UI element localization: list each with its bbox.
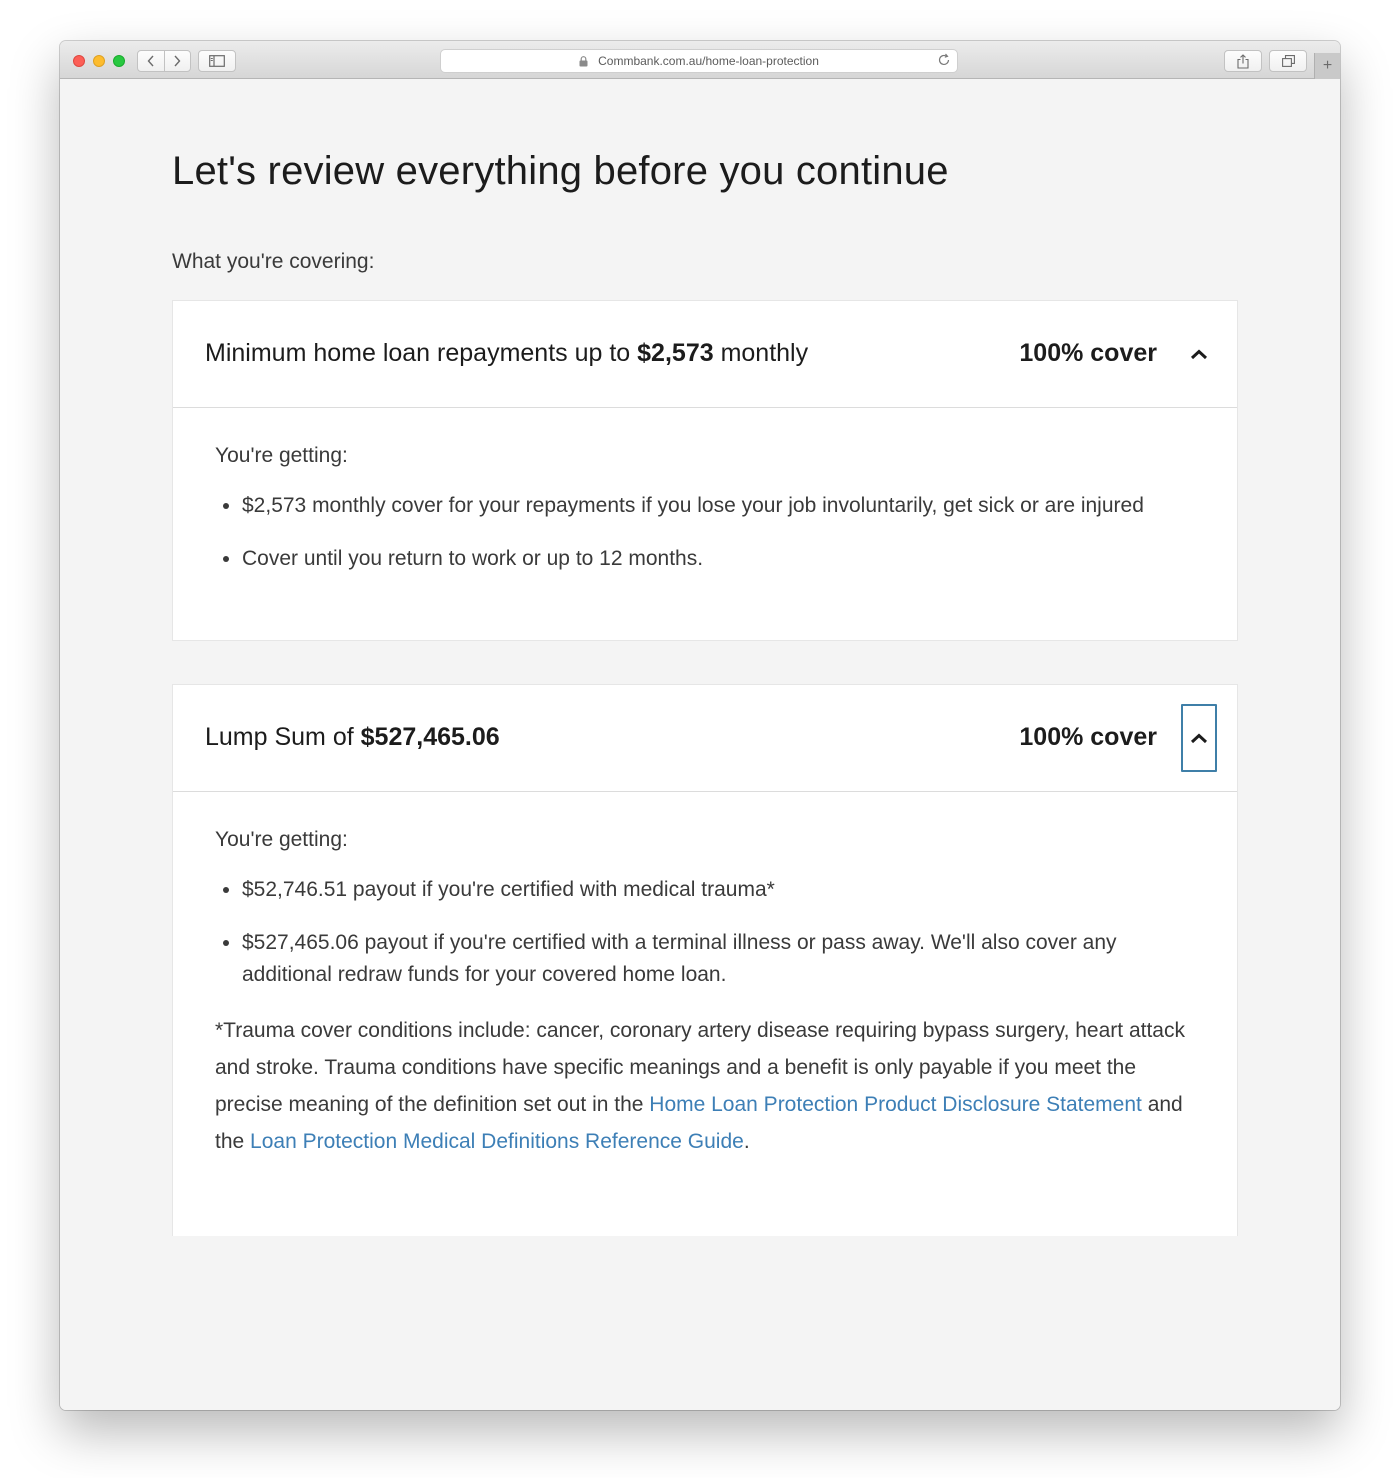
benefit-list: $2,573 monthly cover for your repayments… [215,490,1195,575]
trauma-footnote: *Trauma cover conditions include: cancer… [215,1012,1195,1160]
cover-percentage: 100% cover [1019,339,1157,367]
title-amount: $527,465.06 [360,723,500,751]
lump-sum-card: Lump Sum of $527,465.06 100% cover You'r… [172,684,1238,1236]
list-item: $2,573 monthly cover for your repayments… [242,490,1195,522]
collapse-toggle-button[interactable] [1181,320,1217,388]
address-bar[interactable]: Commbank.com.au/home-loan-protection [440,49,958,73]
sidebar-toggle-button[interactable] [198,50,236,72]
zoom-window-button[interactable] [113,55,125,67]
list-item: $52,746.51 payout if you're certified wi… [242,874,1195,906]
back-button[interactable] [138,51,164,71]
medical-definitions-link[interactable]: Loan Protection Medical Definitions Refe… [250,1130,744,1153]
share-icon [1237,53,1249,69]
reload-icon[interactable] [937,53,951,67]
getting-label: You're getting: [215,444,348,467]
plus-icon: + [1322,57,1333,74]
url-text: Commbank.com.au/home-loan-protection [598,54,819,68]
tabs-overview-button[interactable] [1269,50,1307,72]
title-prefix: Lump Sum of [205,723,361,751]
browser-window: Commbank.com.au/home-loan-protection + L… [60,41,1340,1410]
page-title: Let's review everything before you conti… [172,149,949,193]
lump-sum-body: You're getting: $52,746.51 payout if you… [173,792,1237,1160]
title-amount: $2,573 [637,339,714,367]
lump-sum-title: Lump Sum of $527,465.06 [205,723,500,752]
chevron-left-icon [147,55,154,67]
covering-label: What you're covering: [172,250,375,273]
repayment-cover-title: Minimum home loan repayments up to $2,57… [205,339,808,368]
history-nav [137,50,191,72]
footnote-text: . [743,1130,750,1153]
close-window-button[interactable] [73,55,85,67]
collapse-toggle-button[interactable] [1181,704,1217,772]
chevron-up-icon [1190,732,1208,743]
chevron-up-icon [1190,348,1208,359]
list-item: $527,465.06 payout if you're certified w… [242,927,1195,991]
browser-toolbar: Commbank.com.au/home-loan-protection + [60,41,1340,79]
page-content: Let's review everything before you conti… [60,79,1340,1410]
new-tab-button[interactable]: + [1314,53,1340,79]
repayment-cover-header[interactable]: Minimum home loan repayments up to $2,57… [173,301,1237,408]
minimize-window-button[interactable] [93,55,105,67]
chevron-right-icon [174,55,181,67]
forward-button[interactable] [163,51,191,71]
benefit-list: $52,746.51 payout if you're certified wi… [215,874,1195,991]
getting-label: You're getting: [215,828,348,851]
pds-link[interactable]: Home Loan Protection Product Disclosure … [649,1093,1142,1116]
share-button[interactable] [1224,50,1262,72]
list-item: Cover until you return to work or up to … [242,543,1195,575]
cover-percentage: 100% cover [1019,723,1157,751]
tabs-icon [1281,55,1295,67]
repayment-cover-card: Minimum home loan repayments up to $2,57… [172,300,1238,641]
sidebar-icon [209,55,225,67]
lock-icon [579,55,588,66]
repayment-cover-body: You're getting: $2,573 monthly cover for… [173,408,1237,575]
title-suffix: monthly [713,339,809,367]
title-prefix: Minimum home loan repayments up to [205,339,638,367]
lump-sum-header[interactable]: Lump Sum of $527,465.06 100% cover [173,685,1237,792]
